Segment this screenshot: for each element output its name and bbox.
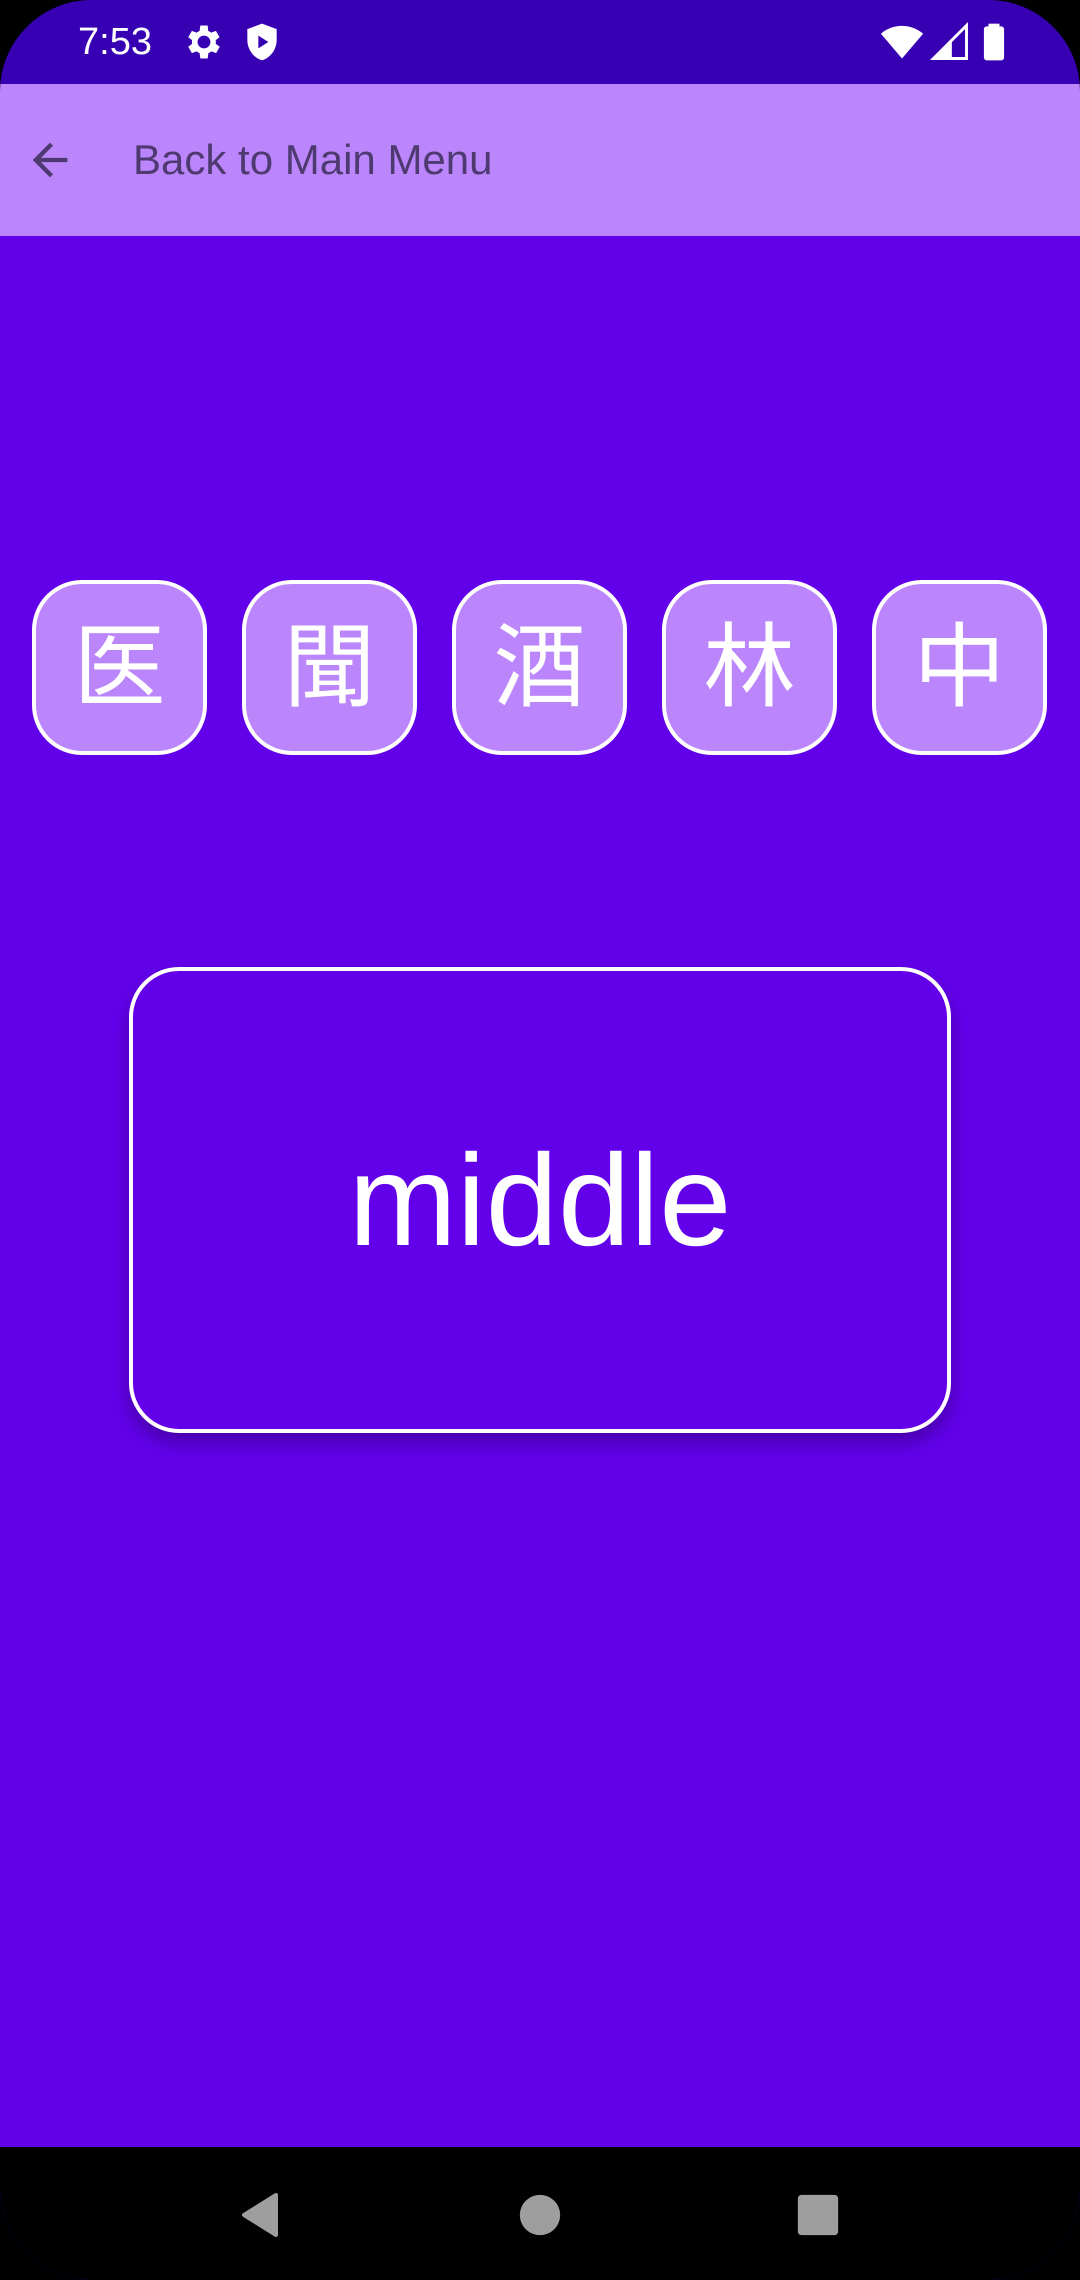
recents-square-icon [797, 2194, 839, 2236]
kanji-option-1[interactable]: 医 [32, 580, 207, 755]
kanji-options: 医 聞 酒 林 中 [0, 580, 1080, 760]
kanji-option-2[interactable]: 聞 [242, 580, 417, 755]
meaning-word: middle [348, 1127, 732, 1273]
kanji-option-5[interactable]: 中 [872, 580, 1047, 755]
battery-icon [972, 20, 1016, 64]
nav-home-button[interactable] [502, 2177, 578, 2253]
home-circle-icon [519, 2194, 561, 2236]
arrow-back-icon [32, 142, 68, 178]
nav-recents-button[interactable] [780, 2177, 856, 2253]
kanji-option-4[interactable]: 林 [662, 580, 837, 755]
back-triangle-icon [242, 2193, 278, 2237]
status-bar: 7:53 [0, 0, 1080, 84]
back-button[interactable] [0, 84, 100, 236]
app-bar: Back to Main Menu [0, 84, 1080, 236]
status-time: 7:53 [78, 21, 152, 63]
back-to-main-menu-label[interactable]: Back to Main Menu [133, 130, 493, 190]
app-screen: 7:53 Back to Main Menu 医 聞 酒 林 中 middle [0, 0, 1080, 2280]
kanji-option-3[interactable]: 酒 [452, 580, 627, 755]
meaning-card: middle [129, 967, 951, 1433]
gear-icon [182, 20, 226, 64]
nav-back-button[interactable] [222, 2177, 298, 2253]
system-nav-bar [0, 2147, 1080, 2280]
signal-icon [928, 20, 972, 64]
wifi-icon [880, 20, 924, 64]
shield-play-icon [240, 20, 284, 64]
